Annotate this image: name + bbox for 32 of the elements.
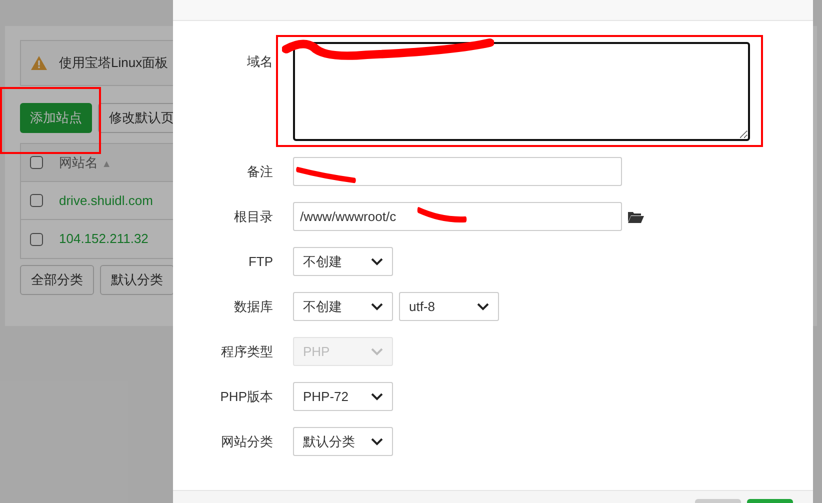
dropdown[interactable]: 不创建 — [293, 247, 393, 276]
category-button[interactable]: 全部分类 — [20, 265, 94, 295]
chevron-down-icon — [371, 348, 383, 356]
chevron-down-icon — [371, 302, 383, 310]
checkbox[interactable] — [30, 232, 43, 246]
field-label: 备注 — [246, 163, 273, 181]
dropdown[interactable]: PHP-72 — [293, 382, 393, 411]
chevron-down-icon — [371, 438, 383, 446]
field-label: 根目录 — [233, 208, 273, 226]
field-label: 数据库 — [233, 298, 273, 316]
column-header[interactable]: 网站名 ▲ — [59, 152, 112, 172]
dropdown[interactable]: 不创建 — [293, 292, 393, 321]
checkbox[interactable] — [30, 194, 43, 207]
field-label: FTP — [247, 253, 273, 271]
domain-field[interactable] — [293, 42, 750, 141]
field-label: 程序类型 — [220, 343, 273, 361]
remark-field[interactable] — [293, 157, 622, 186]
chevron-down-icon — [477, 302, 489, 310]
dropdown[interactable]: 默认分类 — [293, 427, 393, 456]
chevron-down-icon — [371, 258, 383, 266]
redaction-mark — [296, 166, 356, 184]
checkbox[interactable] — [30, 156, 43, 169]
field-label: PHP版本 — [219, 388, 273, 406]
warning-icon — [31, 56, 47, 70]
alert-text: 使用宝塔Linux面板 — [59, 54, 168, 72]
root-path-field[interactable]: /www/wwwroot/c — [293, 202, 622, 231]
folder-icon[interactable] — [628, 210, 644, 222]
field-label: 网站分类 — [220, 433, 273, 451]
chevron-down-icon — [371, 392, 383, 400]
category-button[interactable]: 默认分类 — [100, 265, 174, 295]
dropdown[interactable]: utf-8 — [399, 292, 499, 321]
field-label: 域名 — [246, 53, 273, 71]
